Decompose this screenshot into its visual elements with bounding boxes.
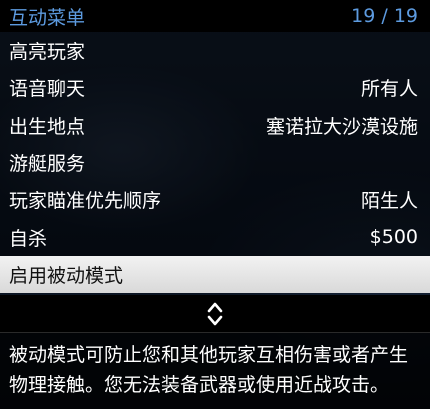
menu-item-spawn-location[interactable]: 出生地点 塞诺拉大沙漠设施: [0, 106, 430, 144]
menu-item-passive-mode[interactable]: 启用被动模式: [0, 255, 430, 294]
menu-item-label: 自杀: [9, 227, 48, 250]
menu-items: 高亮玩家 语音聊天 所有人 出生地点 塞诺拉大沙漠设施 游艇服务 玩家瞄准优先顺…: [0, 32, 430, 294]
menu-item-aim-priority[interactable]: 玩家瞄准优先顺序 陌生人: [0, 181, 430, 219]
scroll-indicator[interactable]: [0, 295, 430, 333]
menu-title: 互动菜单: [9, 6, 86, 29]
menu-item-value: 所有人: [360, 78, 418, 101]
menu-item-label: 游艇服务: [9, 153, 86, 176]
menu-item-label: 玩家瞄准优先顺序: [9, 190, 162, 213]
menu-item-label: 启用被动模式: [9, 264, 124, 287]
interaction-menu: 互动菜单 19 / 19 高亮玩家 语音聊天 所有人 出生地点 塞诺拉大沙漠设施…: [0, 0, 430, 409]
menu-item-label: 语音聊天: [9, 78, 86, 101]
menu-item-yacht-services[interactable]: 游艇服务: [0, 143, 430, 182]
item-description: 被动模式可防止您和其他玩家互相伤害或者产生物理接触。您无法装备武器或使用近战攻击…: [0, 333, 430, 409]
menu-item-value: 塞诺拉大沙漠设施: [265, 115, 418, 138]
menu-item-value: 陌生人: [360, 190, 418, 213]
menu-item-label: 出生地点: [9, 115, 86, 138]
menu-header: 互动菜单 19 / 19: [0, 0, 430, 32]
menu-item-voice-chat[interactable]: 语音聊天 所有人: [0, 69, 430, 107]
up-down-chevron-icon: [207, 302, 223, 325]
menu-item-suicide[interactable]: 自杀 $500: [0, 218, 430, 256]
menu-item-label: 高亮玩家: [9, 41, 86, 64]
menu-item-highlight-player[interactable]: 高亮玩家: [0, 32, 430, 70]
menu-counter: 19 / 19: [351, 5, 418, 27]
menu-item-value: $500: [369, 226, 418, 249]
